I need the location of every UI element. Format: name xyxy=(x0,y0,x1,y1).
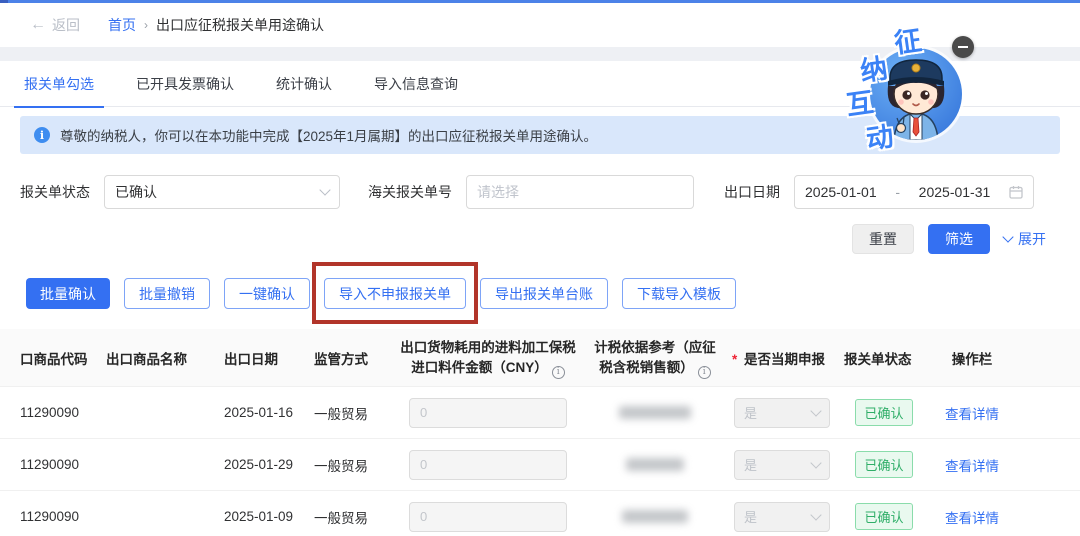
table-row: 11290090 2025-01-09 一般贸易 0 是 已确认 查看详情 xyxy=(0,490,1080,536)
masked-taxbase-value xyxy=(619,406,691,419)
cell-supervision-mode: 一般贸易 xyxy=(314,510,368,526)
tax-interaction-mascot-widget[interactable]: 征 纳 互 动 xyxy=(836,22,974,156)
masked-taxbase-value xyxy=(622,510,688,523)
bonded-amount-input-disabled: 0 xyxy=(409,397,567,428)
expand-toggle[interactable]: 展开 xyxy=(1002,229,1046,249)
header-actions: 操作栏 xyxy=(951,351,993,367)
cell-product-code: 11290090 xyxy=(20,405,80,420)
chevron-down-icon xyxy=(810,404,822,417)
tab-issued-invoice-confirm[interactable]: 已开具发票确认 xyxy=(134,61,236,107)
export-date-range-picker[interactable]: 2025-01-01 - 2025-01-31 xyxy=(794,175,1034,209)
export-ledger-button[interactable]: 导出报关单台账 xyxy=(480,278,608,309)
declare-select-disabled: 是 xyxy=(734,449,830,480)
header-declare-current: * 是否当期申报 xyxy=(732,351,826,367)
bonded-amount-input-disabled: 0 xyxy=(409,449,567,480)
reset-button[interactable]: 重置 xyxy=(852,224,914,254)
back-label: 返回 xyxy=(52,17,80,33)
tab-import-info-query[interactable]: 导入信息查询 xyxy=(372,61,460,107)
info-circle-icon[interactable]: i xyxy=(551,365,565,379)
required-asterisk: * xyxy=(732,351,738,367)
customs-no-filter-label: 海关报关单号 xyxy=(368,184,452,200)
date-range-separator: - xyxy=(895,184,900,200)
status-filter-select[interactable]: 已确认 xyxy=(104,175,340,209)
view-details-link[interactable]: 查看详情 xyxy=(945,407,999,422)
mascot-char-dong: 动 xyxy=(864,121,896,156)
declare-select-disabled: 是 xyxy=(734,397,830,428)
cell-export-date: 2025-01-16 xyxy=(224,405,294,420)
filter-row: 报关单状态 已确认 海关报关单号 请选择 出口日期 2025-01-01 - 2… xyxy=(0,175,1080,209)
calendar-icon xyxy=(1009,186,1023,199)
declare-select-disabled: 是 xyxy=(734,501,830,532)
info-circle-icon[interactable]: i xyxy=(697,365,711,379)
view-details-link[interactable]: 查看详情 xyxy=(945,511,999,526)
batch-revoke-button[interactable]: 批量撤销 xyxy=(124,278,210,309)
header-taxbase: 计税依据参考（应征税含税销售额） i xyxy=(594,340,716,379)
header-product-name: 出口商品名称 xyxy=(106,351,187,367)
status-filter-value: 已确认 xyxy=(115,184,157,200)
cell-product-code: 11290090 xyxy=(20,509,80,524)
page-title: 出口应征税报关单用途确认 xyxy=(156,17,324,33)
import-undeclared-button[interactable]: 导入不申报报关单 xyxy=(324,278,466,309)
chevron-down-icon xyxy=(810,456,822,469)
minimize-mascot-button minus-icon[interactable] xyxy=(952,36,974,58)
tab-statistics-confirm[interactable]: 统计确认 xyxy=(274,61,334,107)
breadcrumb-home-link[interactable]: 首页 xyxy=(108,15,136,35)
info-banner-text: 尊敬的纳税人，你可以在本功能中完成【2025年1月属期】的出口应征税报关单用途确… xyxy=(60,129,598,144)
masked-taxbase-value xyxy=(626,458,684,471)
one-click-confirm-button[interactable]: 一键确认 xyxy=(224,278,310,309)
header-export-date: 出口日期 xyxy=(224,351,278,367)
breadcrumb-separator: › xyxy=(144,18,148,32)
status-badge: 已确认 xyxy=(855,451,913,478)
filter-button[interactable]: 筛选 xyxy=(928,224,990,254)
date-end-value: 2025-01-31 xyxy=(918,184,991,200)
table-row: 11290090 2025-01-16 一般贸易 0 是 已确认 查看详情 xyxy=(0,386,1080,438)
status-badge: 已确认 xyxy=(855,503,913,530)
back-button[interactable]: ← 返回 xyxy=(30,15,80,35)
bonded-amount-input-disabled: 0 xyxy=(409,501,567,532)
status-badge: 已确认 xyxy=(855,399,913,426)
chevron-down-icon xyxy=(319,184,331,196)
declarations-table: 口商品代码 出口商品名称 出口日期 监管方式 出口货物耗用的进料加工保税进口料件… xyxy=(0,329,1080,536)
cell-export-date: 2025-01-09 xyxy=(224,509,294,524)
chevron-down-icon xyxy=(810,508,822,521)
header-bonded-amount: 出口货物耗用的进料加工保税进口料件金额（CNY） i xyxy=(400,340,576,379)
tab-declaration-select[interactable]: 报关单勾选 xyxy=(14,61,104,108)
cell-export-date: 2025-01-29 xyxy=(224,457,294,472)
table-header-row: 口商品代码 出口商品名称 出口日期 监管方式 出口货物耗用的进料加工保税进口料件… xyxy=(0,329,1080,386)
batch-confirm-button[interactable]: 批量确认 xyxy=(26,278,110,309)
status-filter-label: 报关单状态 xyxy=(20,184,90,200)
info-icon: i xyxy=(34,127,50,143)
back-arrow-icon: ← xyxy=(30,16,46,33)
header-product-code: 口商品代码 xyxy=(20,351,88,367)
customs-no-input[interactable]: 请选择 xyxy=(466,175,694,209)
header-declaration-status: 报关单状态 xyxy=(844,351,912,367)
filter-actions: 重置 筛选 展开 xyxy=(0,224,1080,254)
mascot-char-zheng: 征 xyxy=(892,25,924,60)
date-start-value: 2025-01-01 xyxy=(805,184,877,200)
cell-product-code: 11290090 xyxy=(20,457,80,472)
export-date-filter-label: 出口日期 xyxy=(724,184,780,200)
download-template-button[interactable]: 下载导入模板 xyxy=(622,278,736,309)
action-button-row: 批量确认 批量撤销 一键确认 导入不申报报关单 导出报关单台账 下载导入模板 xyxy=(0,262,1080,324)
table-row: 11290090 2025-01-29 一般贸易 0 是 已确认 查看详情 xyxy=(0,438,1080,490)
customs-no-placeholder: 请选择 xyxy=(477,184,519,200)
view-details-link[interactable]: 查看详情 xyxy=(945,459,999,474)
header-supervision-mode: 监管方式 xyxy=(314,351,368,367)
cell-supervision-mode: 一般贸易 xyxy=(314,406,368,422)
chevron-down-icon xyxy=(1002,231,1014,243)
expand-label: 展开 xyxy=(1018,231,1046,247)
cell-supervision-mode: 一般贸易 xyxy=(314,458,368,474)
